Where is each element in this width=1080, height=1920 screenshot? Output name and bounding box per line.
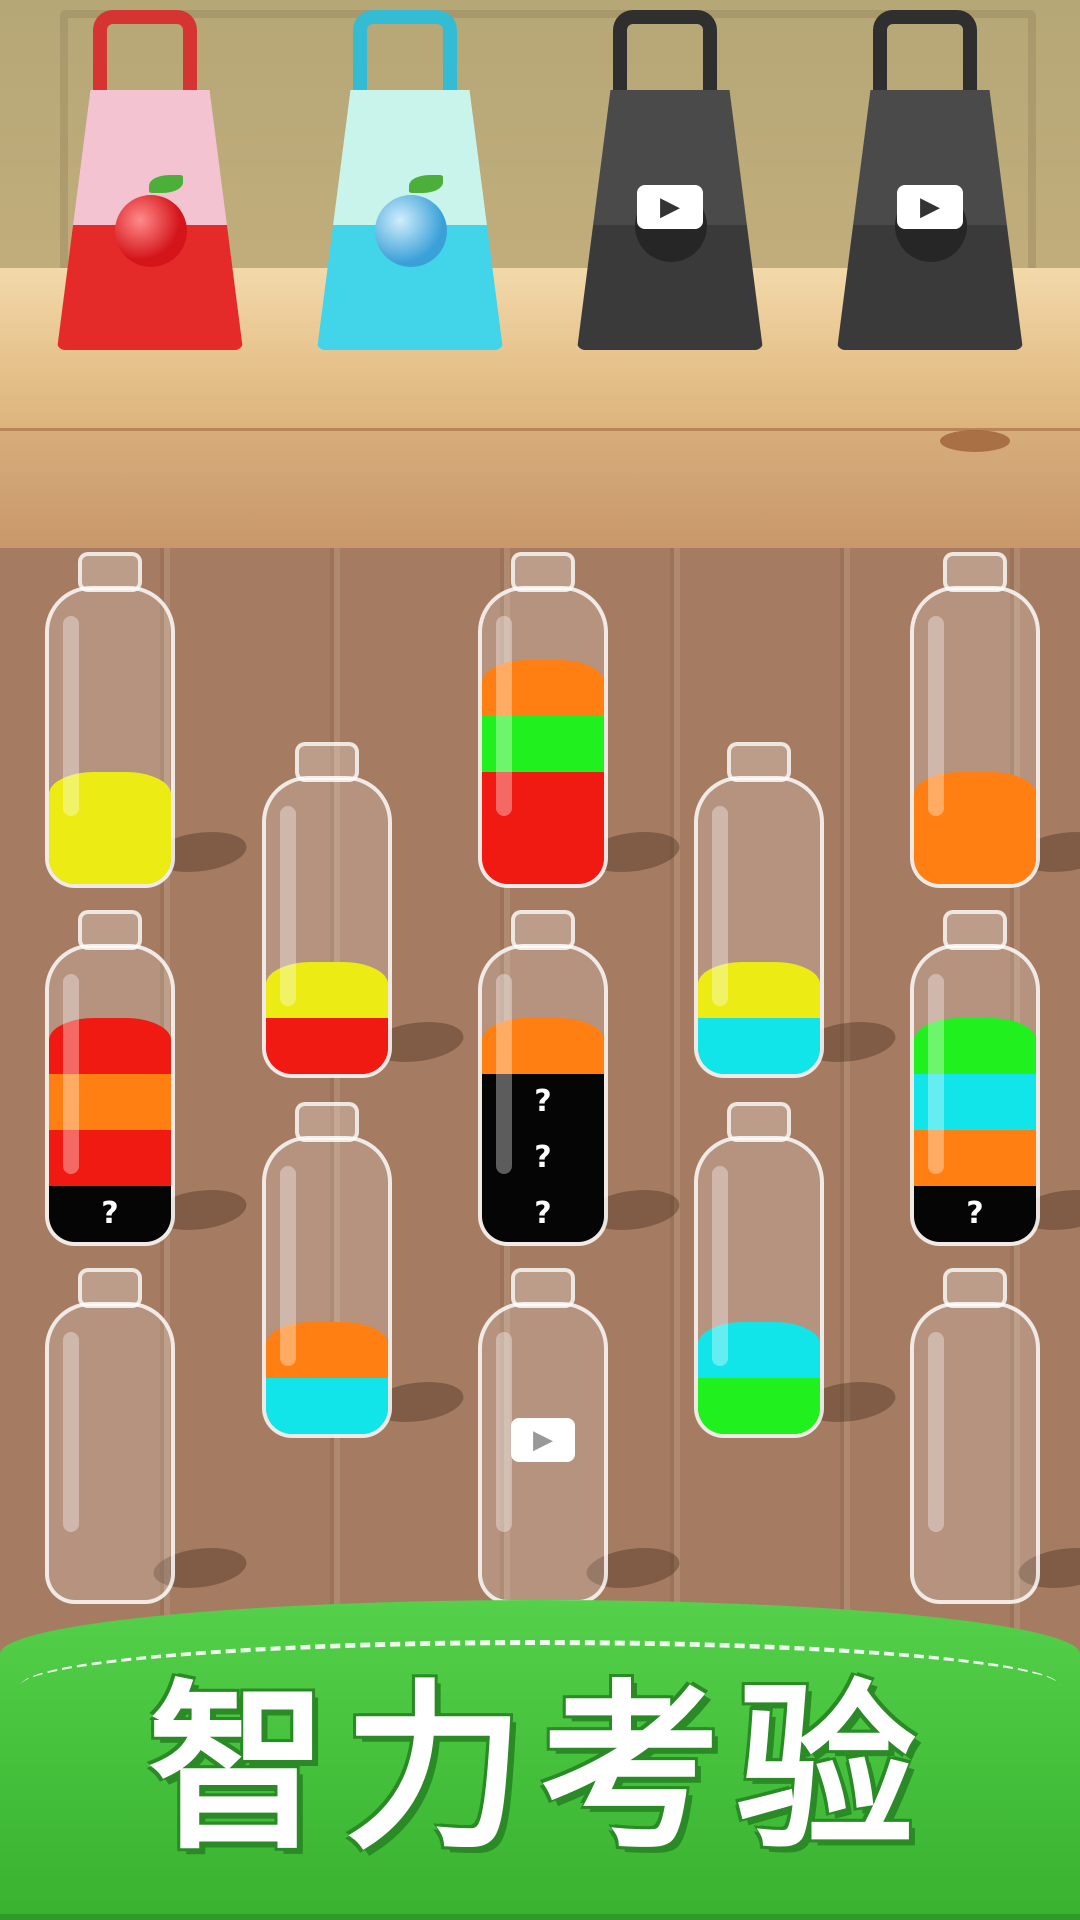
- liquid-layer-red: [482, 828, 604, 884]
- hidden-layer: ?: [482, 1186, 604, 1242]
- glass-shine: [280, 806, 296, 1006]
- video-camera-icon[interactable]: ▶: [897, 185, 963, 229]
- wood-knot: [940, 430, 1010, 452]
- glass-shine: [280, 1166, 296, 1366]
- bottle-glass: [262, 1136, 392, 1438]
- bottle-1[interactable]: [45, 552, 175, 888]
- bottle-5[interactable]: [694, 742, 824, 1078]
- bottle-glass: [910, 586, 1040, 888]
- hidden-layer: ?: [914, 1186, 1036, 1242]
- bottle-7[interactable]: ???: [478, 910, 608, 1246]
- apple-icon: [115, 195, 187, 267]
- bottle-glass: [262, 776, 392, 1078]
- shelf-front: [0, 428, 1080, 557]
- bottle-6[interactable]: ?: [45, 910, 175, 1246]
- banner-title: 智力考验: [147, 1665, 932, 1874]
- glass-shine: [496, 1332, 512, 1532]
- liquid-layer-orange: [914, 828, 1036, 884]
- apple-bag[interactable]: [45, 10, 255, 350]
- glass-shine: [496, 974, 512, 1174]
- video-camera-icon[interactable]: ▶: [511, 1418, 575, 1462]
- bottle-glass: ?: [910, 944, 1040, 1246]
- liquid-layer-cyan: [698, 1018, 820, 1074]
- bottle-glass: [694, 1136, 824, 1438]
- locked-bag-2[interactable]: ▶: [825, 10, 1035, 350]
- bottle-glass: [45, 1302, 175, 1604]
- bottle-9[interactable]: [262, 1102, 392, 1438]
- liquid-layer-green: [698, 1378, 820, 1434]
- liquid-layer-red: [266, 1018, 388, 1074]
- bottle-13[interactable]: [910, 1268, 1040, 1604]
- glass-shine: [712, 1166, 728, 1366]
- bottle-glass: ???: [478, 944, 608, 1246]
- hidden-layer: ?: [49, 1186, 171, 1242]
- bottle-glass: [478, 586, 608, 888]
- blueberry-icon: [375, 195, 447, 267]
- bottle-3[interactable]: [910, 552, 1040, 888]
- glass-shine: [928, 974, 944, 1174]
- glass-shine: [928, 1332, 944, 1532]
- bottle-12[interactable]: ▶: [478, 1268, 608, 1604]
- bottle-8[interactable]: ?: [910, 910, 1040, 1246]
- bottle-10[interactable]: [694, 1102, 824, 1438]
- bottle-2[interactable]: [478, 552, 608, 888]
- glass-shine: [712, 806, 728, 1006]
- glass-shine: [63, 616, 79, 816]
- bottle-glass: ?: [45, 944, 175, 1246]
- glass-shine: [928, 616, 944, 816]
- blueberry-bag[interactable]: [305, 10, 515, 350]
- bottle-glass: [910, 1302, 1040, 1604]
- glass-shine: [63, 1332, 79, 1532]
- glass-shine: [63, 974, 79, 1174]
- video-camera-icon[interactable]: ▶: [637, 185, 703, 229]
- liquid-layer-yellow: [49, 828, 171, 884]
- locked-bag-1[interactable]: ▶: [565, 10, 775, 350]
- bottle-glass: [694, 776, 824, 1078]
- glass-shine: [496, 616, 512, 816]
- bottle-11[interactable]: [45, 1268, 175, 1604]
- liquid-layer-cyan: [266, 1378, 388, 1434]
- bottle-4[interactable]: [262, 742, 392, 1078]
- bottle-glass: [45, 586, 175, 888]
